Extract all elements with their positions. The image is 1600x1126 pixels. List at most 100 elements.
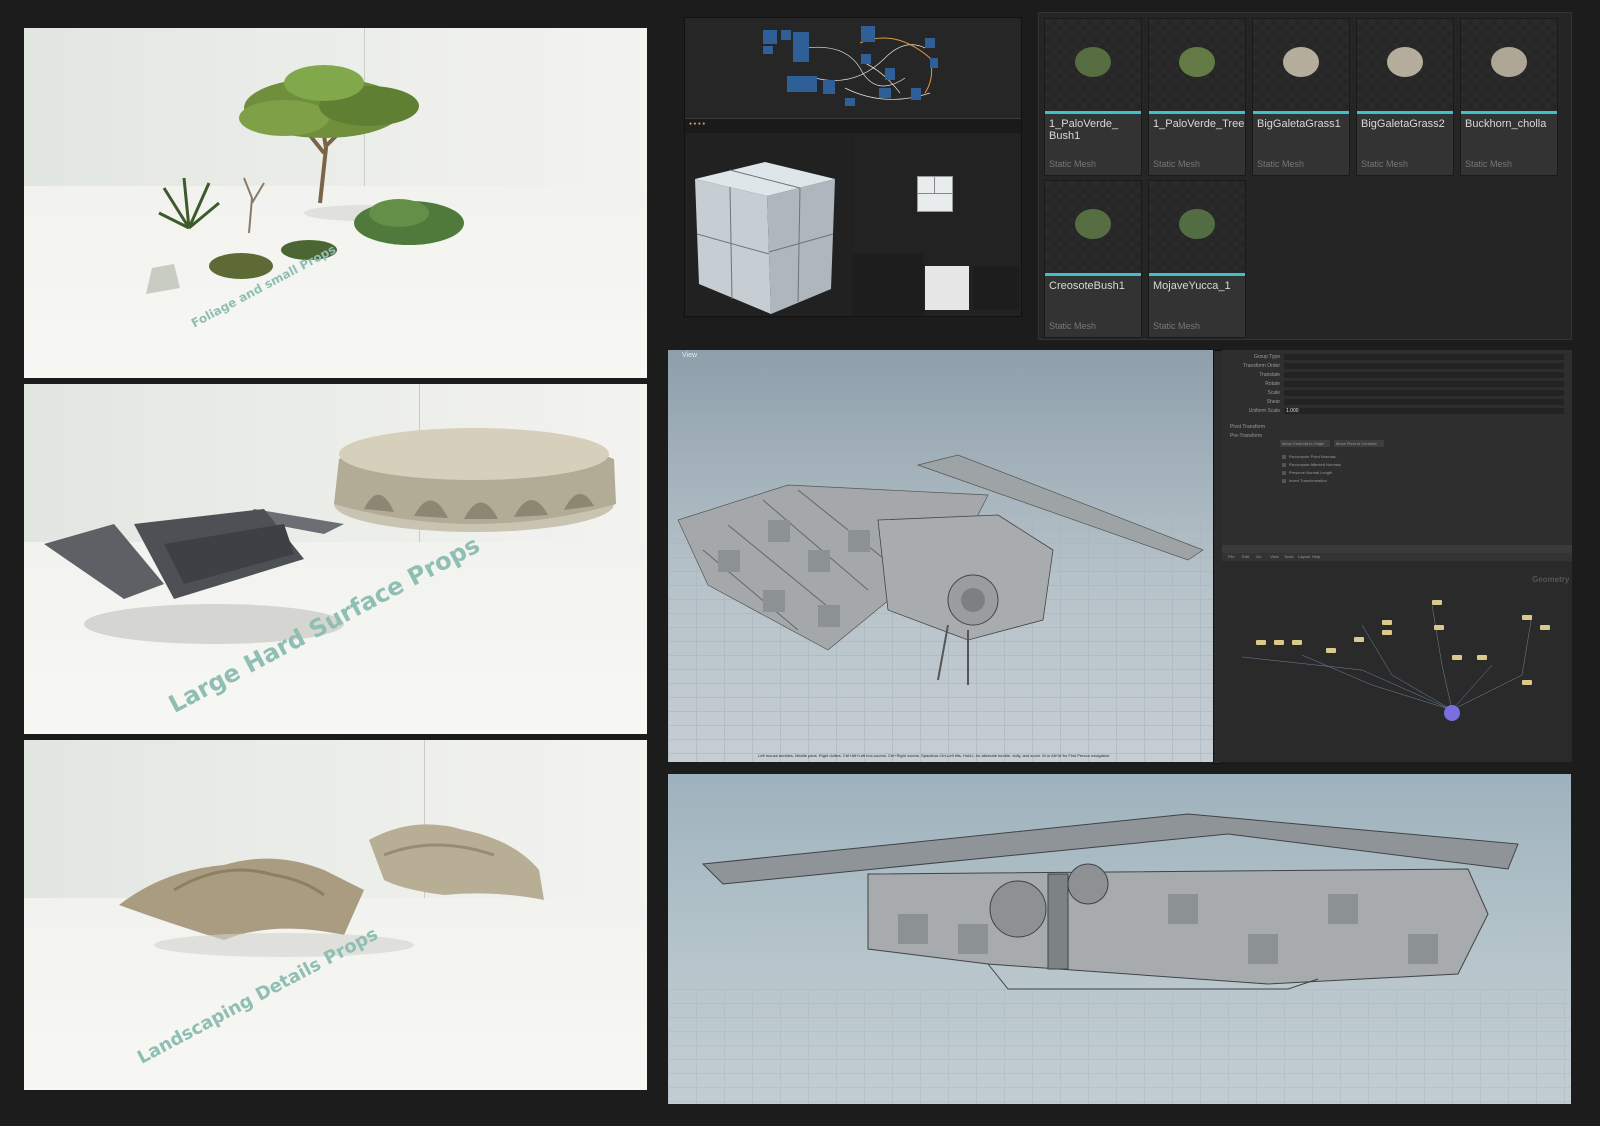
asset-tile[interactable]: 1_PaloVerde_ Bush1 Static Mesh xyxy=(1044,18,1142,176)
asset-preview-shape xyxy=(1075,209,1111,239)
network-node[interactable] xyxy=(1382,630,1392,635)
asset-name: Buckhorn_cholla xyxy=(1465,118,1547,130)
asset-type: Static Mesh xyxy=(1257,159,1305,169)
asset-tile[interactable]: BigGaletaGrass2 Static Mesh xyxy=(1356,18,1454,176)
move-centroid-button[interactable]: Move Centroid to Origin xyxy=(1280,440,1330,447)
param-field[interactable] xyxy=(1284,408,1564,414)
asset-type: Static Mesh xyxy=(1361,159,1409,169)
checkbox-label: Recompute Affected Normals xyxy=(1289,462,1341,467)
material-preview-viewport[interactable] xyxy=(685,134,851,316)
grass-thumbnail xyxy=(1253,19,1349,111)
network-node[interactable] xyxy=(1477,655,1487,660)
move-pivot-label: Move Pivot to Centroid xyxy=(1336,441,1377,446)
asset-tile[interactable]: MojaveYucca_1 Static Mesh xyxy=(1148,180,1246,338)
param-field[interactable] xyxy=(1284,372,1564,378)
network-node-wires xyxy=(1241,604,1533,721)
hardsurface-render: Large Hard Surface Props xyxy=(24,384,647,734)
asset-tile[interactable]: CreosoteBush1 Static Mesh xyxy=(1044,180,1142,338)
hardsurface-props-illustration xyxy=(44,428,616,644)
bush-thumbnail xyxy=(1045,19,1141,111)
asset-type-color-bar xyxy=(1149,273,1245,276)
asset-preview-shape xyxy=(1283,47,1319,77)
houdini-parameter-pane: Group Type Transform Order Translate Rotate… xyxy=(1222,350,1572,545)
network-node[interactable] xyxy=(1434,625,1444,630)
asset-type: Static Mesh xyxy=(1153,159,1201,169)
network-node[interactable] xyxy=(1382,620,1392,625)
section-pivot-transform[interactable]: Pivot Transform xyxy=(1230,424,1265,430)
asset-type: Static Mesh xyxy=(1049,159,1097,169)
grass-thumbnail xyxy=(1357,19,1453,111)
swatch-divider-v xyxy=(934,177,935,193)
param-label: Scale xyxy=(1267,390,1280,396)
asset-preview-shape xyxy=(1179,209,1215,239)
network-node[interactable] xyxy=(1432,600,1442,605)
checkbox[interactable] xyxy=(1282,471,1286,475)
node-graph-wires xyxy=(763,26,938,106)
material-node-graph[interactable] xyxy=(685,18,1021,118)
asset-type-color-bar xyxy=(1461,111,1557,114)
section-pre-transform[interactable]: Pre-Transform xyxy=(1230,433,1262,439)
network-node[interactable] xyxy=(1274,640,1284,645)
move-pivot-button[interactable]: Move Pivot to Centroid xyxy=(1334,440,1384,447)
network-node[interactable] xyxy=(1522,615,1532,620)
asset-name: MojaveYucca_1 xyxy=(1153,280,1231,292)
checkbox-label: Invert Transformation xyxy=(1289,478,1327,483)
network-node[interactable] xyxy=(1522,680,1532,685)
asset-type-color-bar xyxy=(1253,111,1349,114)
asset-type-color-bar xyxy=(1357,111,1453,114)
output-node[interactable] xyxy=(1444,705,1460,721)
asset-preview-shape xyxy=(1179,47,1215,77)
asset-type-color-bar xyxy=(1045,273,1141,276)
checkbox[interactable] xyxy=(1282,455,1286,459)
cactus-thumbnail xyxy=(1461,19,1557,111)
param-field[interactable] xyxy=(1284,399,1564,405)
param-field[interactable] xyxy=(1284,381,1564,387)
landscape-props-illustration xyxy=(119,824,544,957)
details-panel xyxy=(853,134,1021,316)
param-label: Shear xyxy=(1266,399,1280,405)
checkbox-label: Recompute Point Normals xyxy=(1289,454,1336,459)
viewport-status-text: Left mouse tumbles. Middle pans. Right d… xyxy=(758,753,1111,758)
param-label: Translate xyxy=(1259,372,1280,378)
network-node[interactable] xyxy=(1292,640,1302,645)
asset-preview-shape xyxy=(1075,47,1111,77)
parameter-list xyxy=(853,254,923,316)
material-editor-window: ● ● ● ● xyxy=(684,17,1022,317)
network-node[interactable] xyxy=(1256,640,1266,645)
houdini-scene-viewport[interactable]: View Left mouse tumbles. Middle pans. Ri… xyxy=(668,350,1213,762)
checkbox[interactable] xyxy=(1282,463,1286,467)
param-field[interactable] xyxy=(1284,354,1564,360)
asset-type: Static Mesh xyxy=(1465,159,1513,169)
network-node[interactable] xyxy=(1354,637,1364,642)
asset-preview-shape xyxy=(1387,47,1423,77)
content-browser: 1_PaloVerde_ Bush1 Static Mesh 1_PaloVerde… xyxy=(1038,12,1572,340)
texture-properties xyxy=(973,266,1019,310)
asset-tile[interactable]: 1_PaloVerde_Tree Static Mesh xyxy=(1148,18,1246,176)
param-field[interactable] xyxy=(1284,390,1564,396)
ship-closeup-model xyxy=(701,813,1519,990)
asset-tile[interactable]: BigGaletaGrass1 Static Mesh xyxy=(1252,18,1350,176)
asset-type: Static Mesh xyxy=(1049,321,1097,331)
asset-name: BigGaletaGrass2 xyxy=(1361,118,1445,130)
network-node[interactable] xyxy=(1540,625,1550,630)
editor-tab-label[interactable]: ● ● ● ● xyxy=(689,121,705,127)
param-label: Uniform Scale xyxy=(1248,408,1280,414)
ship-closeup-viewport[interactable] xyxy=(668,774,1571,1104)
landscape-render: Landscaping Details Props xyxy=(24,740,647,1090)
asset-preview-shape xyxy=(1491,47,1527,77)
network-node[interactable] xyxy=(1452,655,1462,660)
param-label: Transform Order xyxy=(1243,363,1280,369)
asset-type-color-bar xyxy=(1045,111,1141,114)
checkbox[interactable] xyxy=(1282,479,1286,483)
network-node[interactable] xyxy=(1326,648,1336,653)
foliage-props-illustration xyxy=(146,65,464,294)
yucca-thumbnail xyxy=(1149,181,1245,273)
swatch-divider-h xyxy=(918,193,952,194)
asset-tile[interactable]: Buckhorn_cholla Static Mesh xyxy=(1460,18,1558,176)
uniform-scale-value: 1.000 xyxy=(1286,408,1299,414)
param-field[interactable] xyxy=(1284,363,1564,369)
param-label: Group Type xyxy=(1253,354,1280,360)
texture-thumbnail xyxy=(925,266,969,310)
asset-name: BigGaletaGrass1 xyxy=(1257,118,1341,130)
houdini-network-editor[interactable]: File Edit Go View Tools Layout Help Geometry xyxy=(1222,545,1572,762)
